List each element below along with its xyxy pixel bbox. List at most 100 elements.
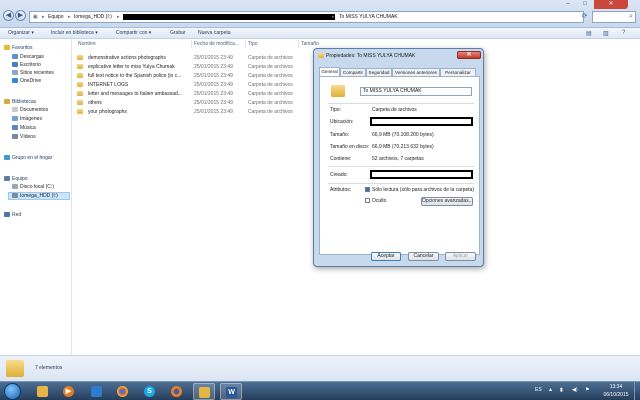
size-label: Tamaño: [330, 132, 350, 138]
chevron-right-icon: ▸ [68, 14, 71, 20]
column-type[interactable]: Tipo [248, 41, 258, 47]
column-size[interactable]: Tamaño [301, 41, 319, 47]
address-path[interactable]: ▣ ▸ Equipo ▸ Iomega_HDD (I:) ▸ ▸ To MISS… [29, 11, 605, 23]
nav-music[interactable]: Música [12, 125, 36, 131]
view-options-icon[interactable]: ▤ [586, 30, 592, 37]
tab-customize[interactable]: Personalizar [440, 68, 476, 76]
type-value: Carpeta de archivos [372, 107, 417, 113]
search-icon: ⌕ [629, 13, 633, 20]
tab-previous-versions[interactable]: Versiones anteriores [392, 68, 440, 76]
taskbar-media-player[interactable]: ▶ [58, 383, 80, 400]
start-button[interactable] [4, 383, 21, 400]
file-name: explicative letter to miss Yulya Chumak [88, 64, 175, 70]
nav-downloads[interactable]: Descargas [12, 54, 44, 60]
folder-name-field[interactable]: To MISS YULYA CHUMAK [360, 87, 472, 96]
taskbar-store[interactable] [86, 383, 108, 400]
file-name: demonstrative actions photographs [88, 55, 166, 61]
file-name: your photographs [88, 109, 127, 115]
tray-volume-icon[interactable]: ◀) [572, 387, 578, 393]
file-type: Carpeta de archivos [248, 82, 293, 88]
file-row[interactable]: explicative letter to miss Yulya Chumak 2… [77, 63, 309, 71]
tray-network-icon[interactable]: ▮ [560, 387, 563, 393]
burn-button[interactable]: Grabar [170, 30, 186, 36]
file-row[interactable]: INTERNET LOGS 25/01/2015 23:49 Carpeta de … [77, 81, 309, 89]
nav-favorites[interactable]: Favoritos [4, 45, 33, 51]
taskbar-word[interactable]: W [220, 383, 242, 400]
redacted-created-date [370, 170, 473, 179]
help-icon[interactable]: ? [622, 30, 625, 36]
file-type: Carpeta de archivos [248, 91, 293, 97]
command-bar: Organizar ▾ Incluir en biblioteca ▾ Comp… [0, 28, 640, 39]
minimize-button[interactable]: – [560, 0, 576, 9]
nav-onedrive[interactable]: OneDrive [12, 78, 41, 84]
tab-general[interactable]: General [319, 67, 340, 76]
nav-libraries[interactable]: Bibliotecas [4, 99, 36, 105]
taskbar-explorer[interactable] [32, 383, 54, 400]
organize-button[interactable]: Organizar ▾ [8, 30, 34, 36]
show-desktop-button[interactable] [634, 382, 640, 400]
back-button[interactable]: ◀ [3, 10, 14, 21]
redacted-path [123, 14, 335, 20]
nav-documents[interactable]: Documentos [12, 107, 48, 113]
nav-homegroup[interactable]: Grupo en el hogar [4, 155, 52, 161]
close-button[interactable]: ✕ [594, 0, 628, 9]
file-row[interactable]: your photographs 25/01/2015 23:49 Carpeta … [77, 108, 309, 116]
picture-icon [12, 116, 18, 121]
contains-label: Contiene: [330, 156, 352, 162]
column-date[interactable]: Fecha de modifica... [194, 41, 239, 47]
document-icon [12, 107, 18, 112]
taskbar-explorer-window[interactable] [193, 383, 215, 400]
folder-icon [77, 100, 83, 105]
tab-security[interactable]: Seguridad [366, 68, 392, 76]
file-row[interactable]: demonstrative actions photographs 25/01/2… [77, 54, 309, 62]
advanced-options-button[interactable]: Opciones avanzadas... [421, 197, 473, 206]
nav-network[interactable]: Red [4, 212, 21, 218]
cancel-button[interactable]: Cancelar [408, 252, 439, 261]
file-row[interactable]: others 25/01/2015 23:49 Carpeta de archivo… [77, 99, 309, 107]
language-indicator[interactable]: ES [535, 387, 542, 393]
tab-sharing[interactable]: Compartir [340, 68, 366, 76]
taskbar-skype[interactable]: S [139, 383, 161, 400]
nav-iomega-drive[interactable]: Iomega_HDD (I:) [8, 192, 70, 200]
apply-button[interactable]: Aplicar [445, 252, 476, 261]
file-row[interactable]: letter and messages to Italien ambassad.… [77, 90, 309, 98]
breadcrumb-current-folder[interactable]: To MISS YULYA CHUMAK [339, 14, 398, 20]
file-type: Carpeta de archivos [248, 55, 293, 61]
forward-button[interactable]: ▶ [15, 10, 26, 21]
nav-images[interactable]: Imágenes [12, 116, 42, 122]
preview-pane-icon[interactable]: ▥ [603, 30, 609, 37]
readonly-checkbox[interactable] [365, 187, 370, 192]
nav-recent[interactable]: Sitios recientes [12, 70, 54, 76]
system-clock[interactable]: 13:34 06/10/2015 [600, 383, 632, 399]
nav-local-disk[interactable]: Disco local (C:) [12, 184, 54, 190]
folder-icon [77, 64, 83, 69]
include-library-button[interactable]: Incluir en biblioteca ▾ [51, 30, 98, 36]
new-folder-button[interactable]: Nueva carpeta [198, 30, 231, 36]
column-divider[interactable] [245, 40, 246, 48]
taskbar-firefox[interactable] [166, 383, 188, 400]
column-name[interactable]: Nombre [78, 41, 96, 47]
nav-computer[interactable]: Equipo [4, 176, 28, 182]
column-divider[interactable] [298, 40, 299, 48]
address-bar-area: – □ ✕ ◀ ▶ ▣ ▸ Equipo ▸ Iomega_HDD (I:) ▸… [0, 0, 640, 28]
folder-icon [77, 109, 83, 114]
library-icon [4, 99, 10, 104]
tray-chevron-up-icon[interactable]: ▲ [548, 387, 553, 393]
divider [328, 166, 474, 167]
breadcrumb-drive[interactable]: Iomega_HDD (I:) [74, 14, 112, 20]
nav-desktop[interactable]: Escritorio [12, 62, 41, 68]
maximize-button[interactable]: □ [577, 0, 593, 9]
taskbar: ▶ S W ES ▲ ▮ ◀) ⚑ 13:34 06/10/2015 [0, 381, 640, 400]
search-input[interactable]: ⌕ [592, 11, 636, 23]
file-row[interactable]: full text notice to the Spanish police (… [77, 72, 309, 80]
hidden-checkbox[interactable] [365, 198, 370, 203]
ok-button[interactable]: Aceptar [371, 252, 401, 261]
share-button[interactable]: Compartir con ▾ [116, 30, 151, 36]
breadcrumb-computer[interactable]: Equipo [48, 14, 64, 20]
nav-videos[interactable]: Vídeos [12, 134, 36, 140]
column-divider[interactable] [191, 40, 192, 48]
taskbar-chrome[interactable] [112, 383, 134, 400]
refresh-icon[interactable]: ⟳ [579, 12, 590, 22]
tray-flag-icon[interactable]: ⚑ [585, 387, 589, 393]
dialog-close-button[interactable]: ✕ [457, 51, 481, 59]
